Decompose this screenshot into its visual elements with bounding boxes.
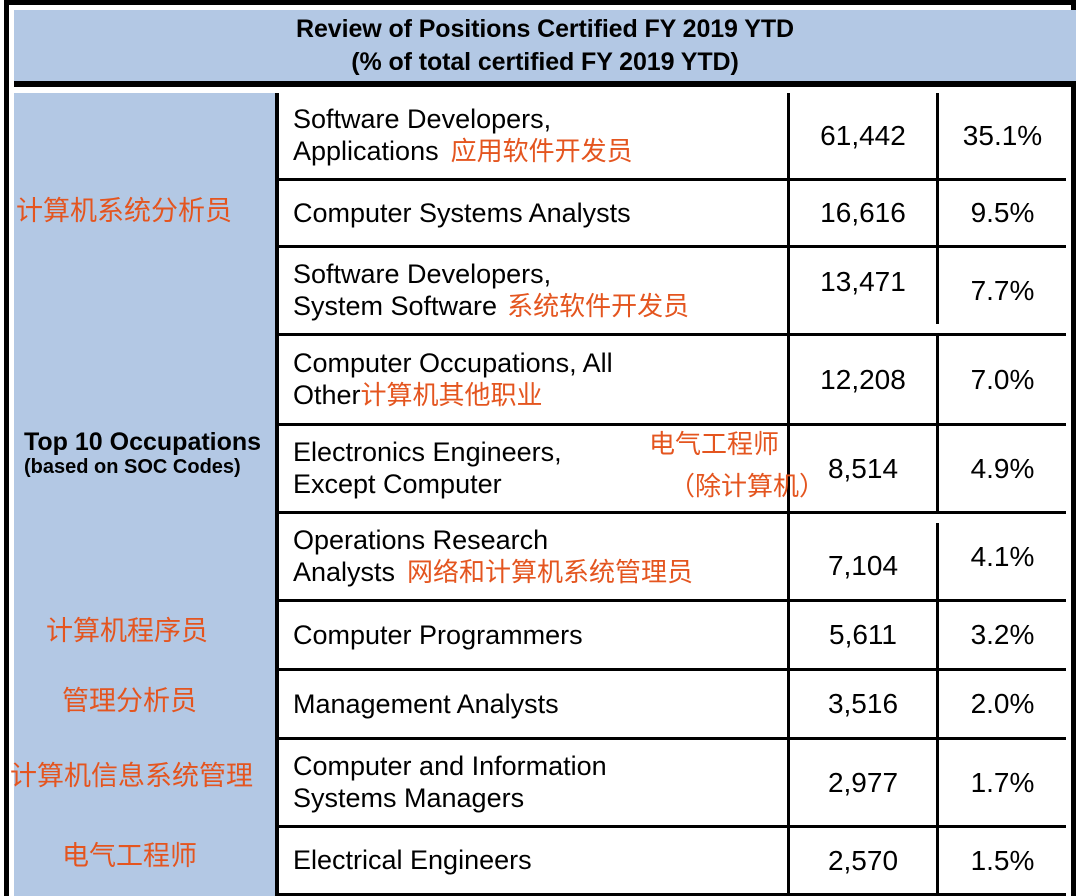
table-row: Electrical Engineers 2,570 1.5%	[279, 828, 1066, 896]
annotation-computer-information-systems-managers: 计算机信息系统管理	[10, 761, 253, 792]
occupation-annotation: 网络和计算机系统管理员	[407, 557, 694, 588]
occupation-name-line-2: Analysts 网络和计算机系统管理员	[293, 556, 694, 588]
occupation-name-line-1: Computer Systems Analysts	[293, 197, 631, 228]
occupation-cell: Computer Programmers	[279, 602, 790, 668]
left-column-title-main: Top 10 Occupations	[24, 428, 262, 456]
annotation-management-analysts: 管理分析员	[62, 686, 197, 717]
table-row: Computer and Information Systems Manager…	[279, 740, 1066, 828]
count-cell: 61,442	[790, 93, 939, 178]
count-cell: 12,208	[790, 336, 939, 423]
count-cell: 5,611	[790, 602, 939, 668]
occupation-annotation: 计算机其他职业	[360, 380, 543, 411]
positions-table: Review of Positions Certified FY 2019 YT…	[4, 0, 1076, 896]
occupation-cell: Computer Occupations, All Other计算机其他职业	[279, 336, 790, 423]
table-row: Software Developers, Applications 应用软件开发员…	[279, 93, 1066, 181]
occupation-name-line-2: Other计算机其他职业	[293, 379, 543, 411]
occupation-cell: Operations Research Analysts 网络和计算机系统管理员	[279, 514, 790, 599]
percent-cell: 1.7%	[970, 766, 1035, 798]
occupation-cell: Computer Systems Analysts	[279, 181, 790, 245]
occupation-cell: Computer and Information Systems Manager…	[279, 740, 790, 825]
occupation-name-line-1: Management Analysts	[293, 688, 559, 719]
table-row: Management Analysts 3,516 2.0%	[279, 671, 1066, 740]
table-row: Computer Programmers 5,611 3.2%	[279, 602, 1066, 671]
occupation-name-line-1: Software Developers,	[293, 103, 552, 134]
screenshot-root: Review of Positions Certified FY 2019 YT…	[0, 0, 1080, 896]
occupation-name-line-1: Operations Research	[293, 524, 549, 555]
table-title-header: Review of Positions Certified FY 2019 YT…	[14, 10, 1076, 87]
percent-cell: 7.7%	[970, 274, 1035, 306]
occupation-annotation: 系统软件开发员	[507, 291, 690, 322]
occupation-cell: Electrical Engineers	[279, 828, 790, 893]
occupation-cell: Software Developers, Applications 应用软件开发员	[279, 93, 790, 178]
occupation-name-line-1: Computer Occupations, All	[293, 347, 613, 378]
count-cell: 7,104	[790, 523, 939, 608]
occupation-name-line-1: Computer and Information	[293, 750, 607, 781]
occupation-cell: Software Developers, System Software 系统软件…	[279, 248, 790, 333]
occupation-annotation-2: （除计算机）	[669, 472, 826, 502]
count-cell: 3,516	[790, 671, 939, 737]
table-row: Computer Systems Analysts 16,616 9.5%	[279, 181, 1066, 248]
occupation-name-line-2: System Software 系统软件开发员	[293, 290, 690, 322]
table-row: Computer Occupations, All Other计算机其他职业 1…	[279, 336, 1066, 426]
occupation-name-line-1: Software Developers,	[293, 258, 552, 289]
percent-cell: 4.9%	[970, 452, 1035, 484]
annotation-computer-systems-analysts: 计算机系统分析员	[16, 196, 232, 227]
occupation-name-line-2: Applications 应用软件开发员	[293, 135, 633, 167]
percent-cell: 9.5%	[970, 197, 1035, 228]
percent-cell: 7.0%	[970, 363, 1035, 395]
left-column-title-sub: (based on SOC Codes)	[24, 456, 241, 478]
percent-cell: 4.1%	[970, 540, 1035, 572]
left-column-title: Top 10 Occupations (based on SOC Codes)	[24, 428, 274, 478]
table-rows: Software Developers, Applications 应用软件开发员…	[279, 93, 1066, 896]
table-row: Software Developers, System Software 系统软件…	[279, 239, 1066, 336]
occupation-cell: Electronics Engineers, Except Computer 电…	[279, 426, 825, 511]
table-row: Electronics Engineers, Except Computer 电…	[279, 426, 1066, 514]
count-cell: 16,616	[790, 181, 939, 245]
table-title-line-1: Review of Positions Certified FY 2019 YT…	[296, 14, 794, 43]
occupation-annotation: 电气工程师	[649, 430, 780, 460]
annotation-computer-programmers: 计算机程序员	[46, 616, 208, 647]
occupation-name-line-1: Electrical Engineers	[293, 845, 532, 875]
occupation-cell: Management Analysts	[279, 671, 790, 737]
percent-cell: 3.2%	[970, 619, 1035, 650]
table-title-line-2: (% of total certified FY 2019 YTD)	[351, 47, 739, 76]
left-label-column: Top 10 Occupations (based on SOC Codes) …	[10, 93, 279, 896]
occupation-name-line-2: Systems Managers	[293, 782, 525, 813]
percent-cell: 1.5%	[970, 844, 1035, 876]
percent-cell: 35.1%	[962, 119, 1043, 151]
occupation-annotation: 应用软件开发员	[450, 136, 633, 167]
percent-cell: 2.0%	[970, 688, 1035, 719]
count-cell: 13,471	[790, 239, 939, 324]
table-row: Operations Research Analysts 网络和计算机系统管理员 …	[279, 514, 1066, 608]
annotation-electrical-engineers: 电气工程师	[62, 841, 197, 872]
count-cell: 2,977	[790, 740, 939, 825]
occupation-name-line-1: Computer Programmers	[293, 619, 583, 650]
count-cell: 2,570	[790, 828, 939, 893]
